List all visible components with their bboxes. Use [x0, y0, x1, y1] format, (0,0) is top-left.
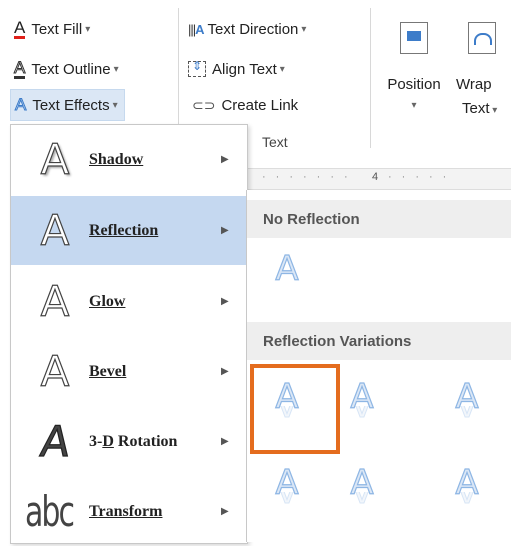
- menu-item-bevel[interactable]: A Bevel ▶: [11, 337, 247, 406]
- text-effects-button[interactable]: A Text Effects ▾: [10, 89, 125, 121]
- submenu-arrow-icon: ▶: [221, 366, 229, 377]
- create-link-label: Create Link: [221, 96, 299, 114]
- menu-item-glow-label: Glow: [89, 292, 126, 310]
- dropdown-caret-icon: ▾: [85, 23, 91, 35]
- menu-item-3d-rotation[interactable]: A 3-D Rotation ▶: [11, 407, 247, 476]
- dropdown-caret-icon: ▾: [301, 23, 307, 35]
- submenu-arrow-icon: ▶: [221, 506, 229, 517]
- ruler-mark: 4: [372, 171, 379, 183]
- menu-item-shadow-label: Shadow: [89, 150, 144, 168]
- section-header-no-reflection: No Reflection: [247, 200, 511, 238]
- align-text-label: Align Text: [212, 60, 277, 78]
- reflection-variation-option[interactable]: AA: [447, 465, 487, 536]
- position-button[interactable]: Position ▾: [380, 10, 448, 130]
- text-effect-a-icon: A: [275, 249, 299, 289]
- text-direction-label: Text Direction: [207, 20, 299, 38]
- text-direction-button[interactable]: |||A Text Direction ▾: [188, 16, 306, 42]
- submenu-arrow-icon: ▶: [221, 296, 229, 307]
- reflection-variation-option[interactable]: AA: [342, 379, 382, 450]
- wrap-text-icon: [468, 22, 496, 54]
- text-outline-button[interactable]: A Text Outline ▾: [13, 56, 119, 82]
- text-effects-menu: A Shadow ▶ A Reflection ▶ A Glow ▶ A Bev…: [10, 124, 248, 544]
- 3d-rotation-effect-icon: A: [37, 416, 74, 466]
- menu-item-shadow[interactable]: A Shadow ▶: [11, 125, 247, 194]
- dropdown-caret-icon: ▾: [112, 99, 118, 111]
- text-effects-icon: A: [14, 95, 27, 115]
- selection-highlight: [250, 364, 340, 454]
- submenu-arrow-icon: ▶: [221, 225, 229, 236]
- link-icon: ⊂⊃: [192, 96, 216, 113]
- submenu-arrow-icon: ▶: [221, 154, 229, 165]
- text-fill-label: Text Fill: [31, 20, 83, 38]
- menu-item-bevel-label: Bevel: [89, 362, 127, 380]
- reflection-variation-option[interactable]: AA: [342, 465, 382, 536]
- transform-effect-icon: abc: [25, 487, 75, 537]
- position-icon: [400, 22, 428, 54]
- group-label-text: Text: [262, 134, 288, 150]
- align-text-icon: ⇕: [188, 59, 206, 77]
- wrap-text-label-1: Wrap: [456, 76, 492, 93]
- dropdown-caret-icon: ▾: [113, 63, 119, 75]
- menu-item-reflection-label: Reflection: [89, 221, 159, 239]
- wrap-text-button[interactable]: Wrap Text ▾: [450, 10, 511, 130]
- text-outline-icon: A: [13, 57, 26, 79]
- text-fill-icon: A: [14, 17, 26, 39]
- submenu-arrow-icon: ▶: [221, 436, 229, 447]
- text-effects-label: Text Effects: [32, 96, 110, 114]
- menu-item-transform[interactable]: abc Transform ▶: [11, 477, 247, 546]
- text-fill-button[interactable]: A Text Fill ▾: [14, 16, 90, 42]
- section-header-reflection-variations: Reflection Variations: [247, 322, 511, 360]
- menu-item-3d-rotation-label: 3-D Rotation: [89, 432, 178, 450]
- text-direction-icon: |||A: [188, 21, 205, 37]
- bevel-effect-icon: A: [40, 347, 70, 396]
- reflection-variation-option[interactable]: AA: [447, 379, 487, 450]
- dropdown-caret-icon: ▾: [279, 63, 285, 75]
- create-link-button[interactable]: ⊂⊃ Create Link: [192, 92, 298, 118]
- text-outline-label: Text Outline: [31, 60, 111, 78]
- position-label: Position: [387, 76, 441, 93]
- ribbon-divider: [370, 8, 371, 148]
- horizontal-ruler: ······· 4 ·····: [248, 168, 511, 190]
- shadow-effect-icon: A: [40, 135, 70, 184]
- reflection-variation-option[interactable]: AA: [267, 465, 307, 536]
- reflection-effect-icon: A: [40, 206, 70, 255]
- menu-item-reflection[interactable]: A Reflection ▶: [11, 196, 247, 265]
- align-text-button[interactable]: ⇕ Align Text ▾: [188, 56, 285, 82]
- wrap-text-label-2: Text ▾: [462, 100, 498, 117]
- glow-effect-icon: A: [40, 277, 70, 326]
- dropdown-caret-icon: ▾: [411, 100, 417, 111]
- no-reflection-option[interactable]: A: [267, 249, 307, 322]
- menu-item-glow[interactable]: A Glow ▶: [11, 267, 247, 336]
- menu-item-transform-label: Transform: [89, 502, 163, 520]
